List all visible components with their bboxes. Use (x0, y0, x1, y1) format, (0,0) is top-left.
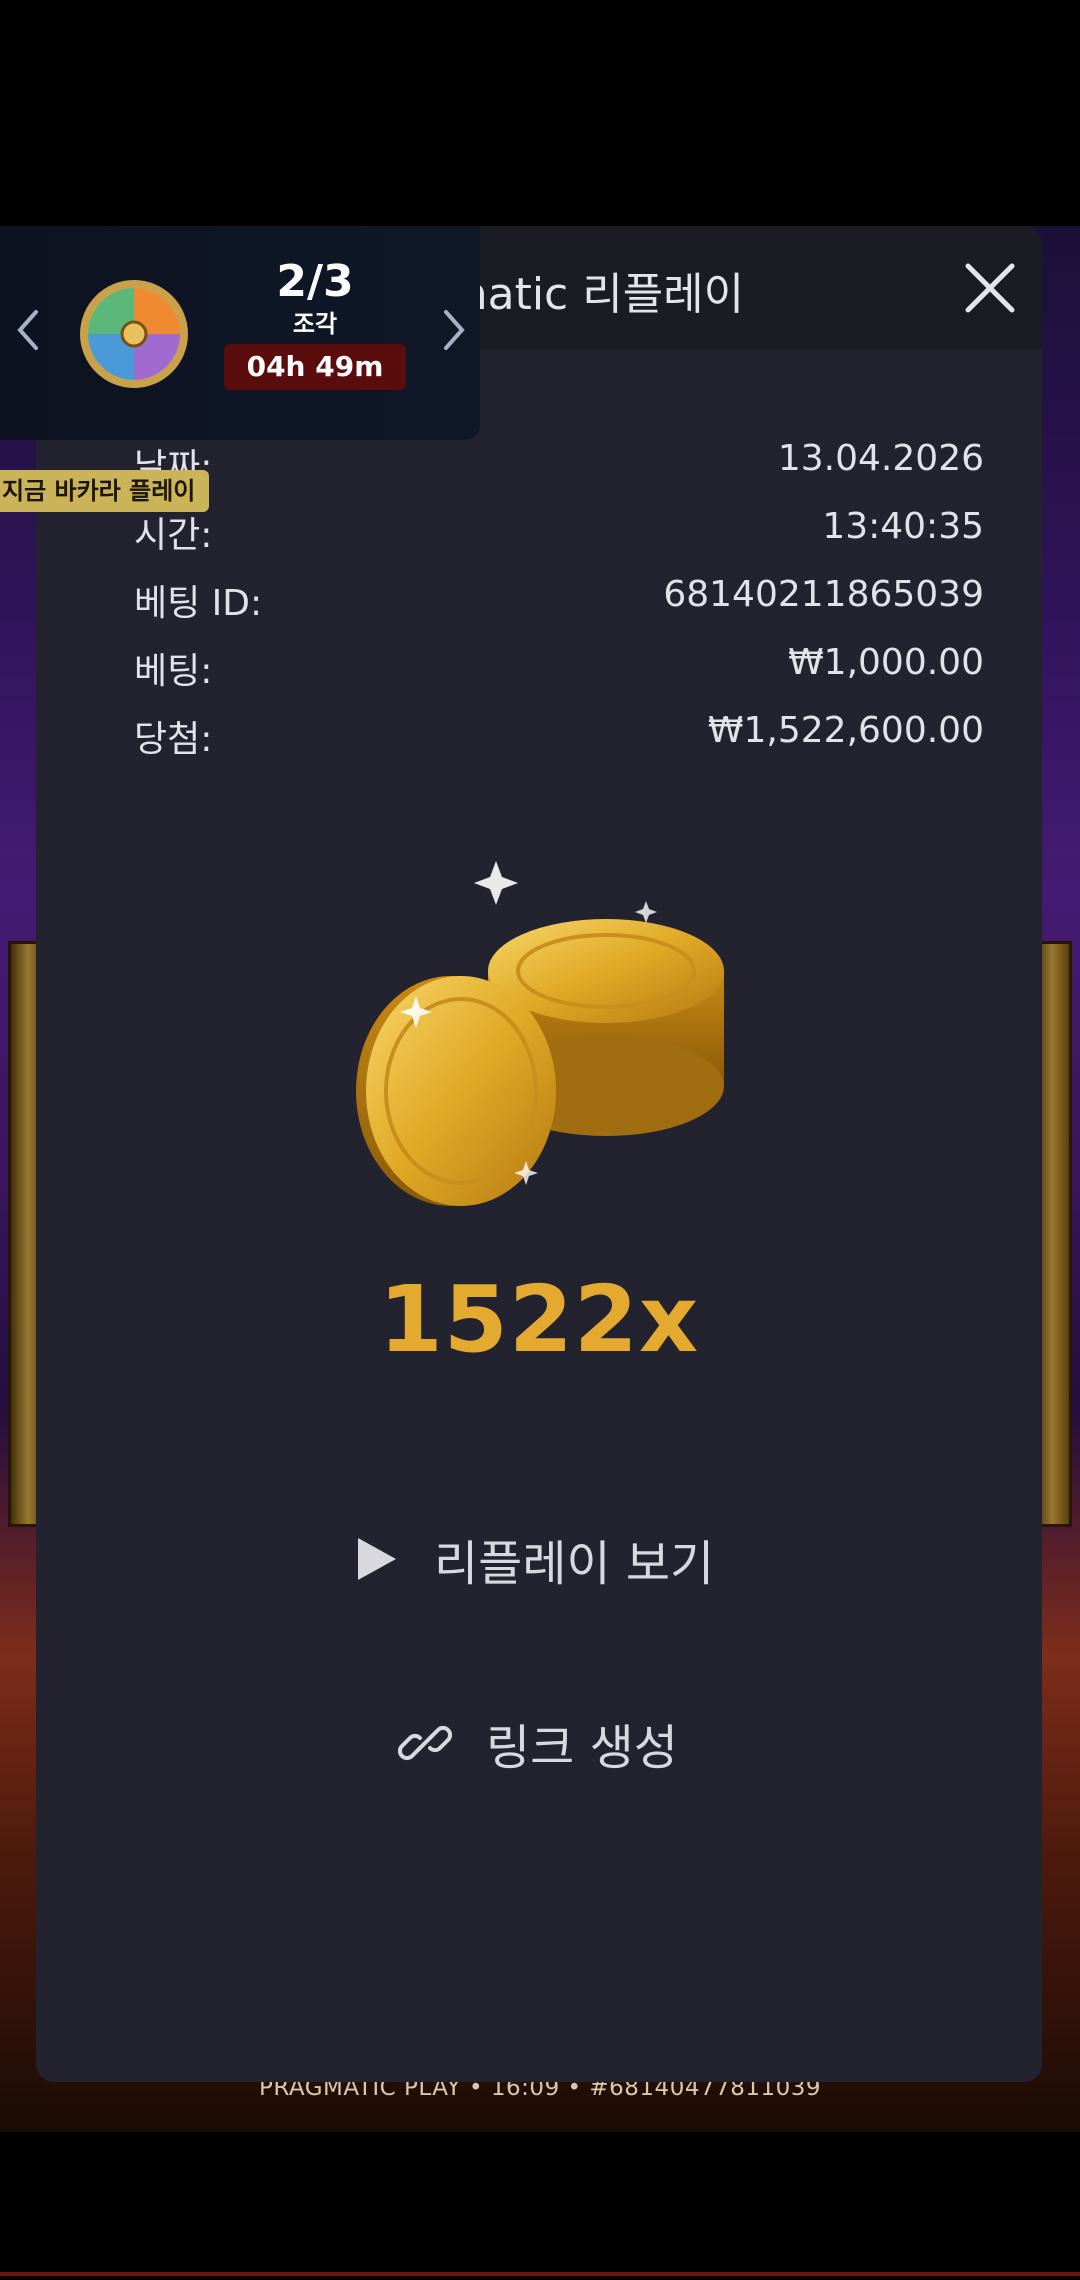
row-bet-label: 베팅: (134, 651, 213, 692)
row-win-value: ₩1,522,600.00 (707, 710, 984, 751)
row-bet-id-label: 베팅 ID: (134, 583, 263, 624)
row-time-label: 시간: (134, 515, 213, 556)
promo-counter-label: 조각 (292, 310, 338, 338)
row-date-value: 13.04.2026 (777, 438, 984, 479)
row-bet-id: 베팅 ID: 68140211865039 (134, 574, 984, 634)
chevron-left-icon (17, 310, 38, 350)
chevron-right-icon (444, 310, 465, 350)
close-button[interactable] (958, 256, 1022, 320)
top-black-bar (0, 0, 1080, 226)
promo-widget[interactable]: 2/3 조각 04h 49m (0, 226, 480, 440)
gold-coins-icon (356, 861, 724, 1206)
bottom-accent-line (0, 2272, 1080, 2276)
row-date: 날짜: 13.04.2026 (134, 438, 984, 498)
promo-next-button[interactable] (434, 300, 474, 360)
row-win-label: 당첨: (134, 719, 213, 760)
row-time-value: 13:40:35 (822, 506, 984, 547)
create-link-label: 링크 생성 (486, 1720, 678, 1776)
close-icon (965, 263, 1015, 313)
row-time: 시간: 13:40:35 (134, 506, 984, 566)
promo-prev-button[interactable] (8, 300, 48, 360)
row-win: 당첨: ₩1,522,600.00 (134, 710, 984, 770)
promo-timer: 04h 49m (224, 344, 406, 390)
promo-counter: 2/3 (276, 256, 354, 307)
watch-replay-button[interactable]: 리플레이 보기 (36, 1524, 1042, 1604)
prize-wheel-icon (80, 280, 188, 388)
watch-replay-label: 리플레이 보기 (434, 1536, 715, 1592)
play-icon (358, 1538, 396, 1580)
link-icon (398, 1725, 452, 1761)
bottom-black-bar (0, 2132, 1080, 2280)
create-link-button[interactable]: 링크 생성 (36, 1708, 1042, 1788)
row-bet: 베팅: ₩1,000.00 (134, 642, 984, 702)
play-baccarat-tag[interactable]: 지금 바카라 플레이 (0, 470, 210, 512)
row-bet-value: ₩1,000.00 (788, 642, 984, 683)
win-multiplier: 1522x (378, 1266, 700, 1373)
row-bet-id-value: 68140211865039 (663, 574, 984, 615)
